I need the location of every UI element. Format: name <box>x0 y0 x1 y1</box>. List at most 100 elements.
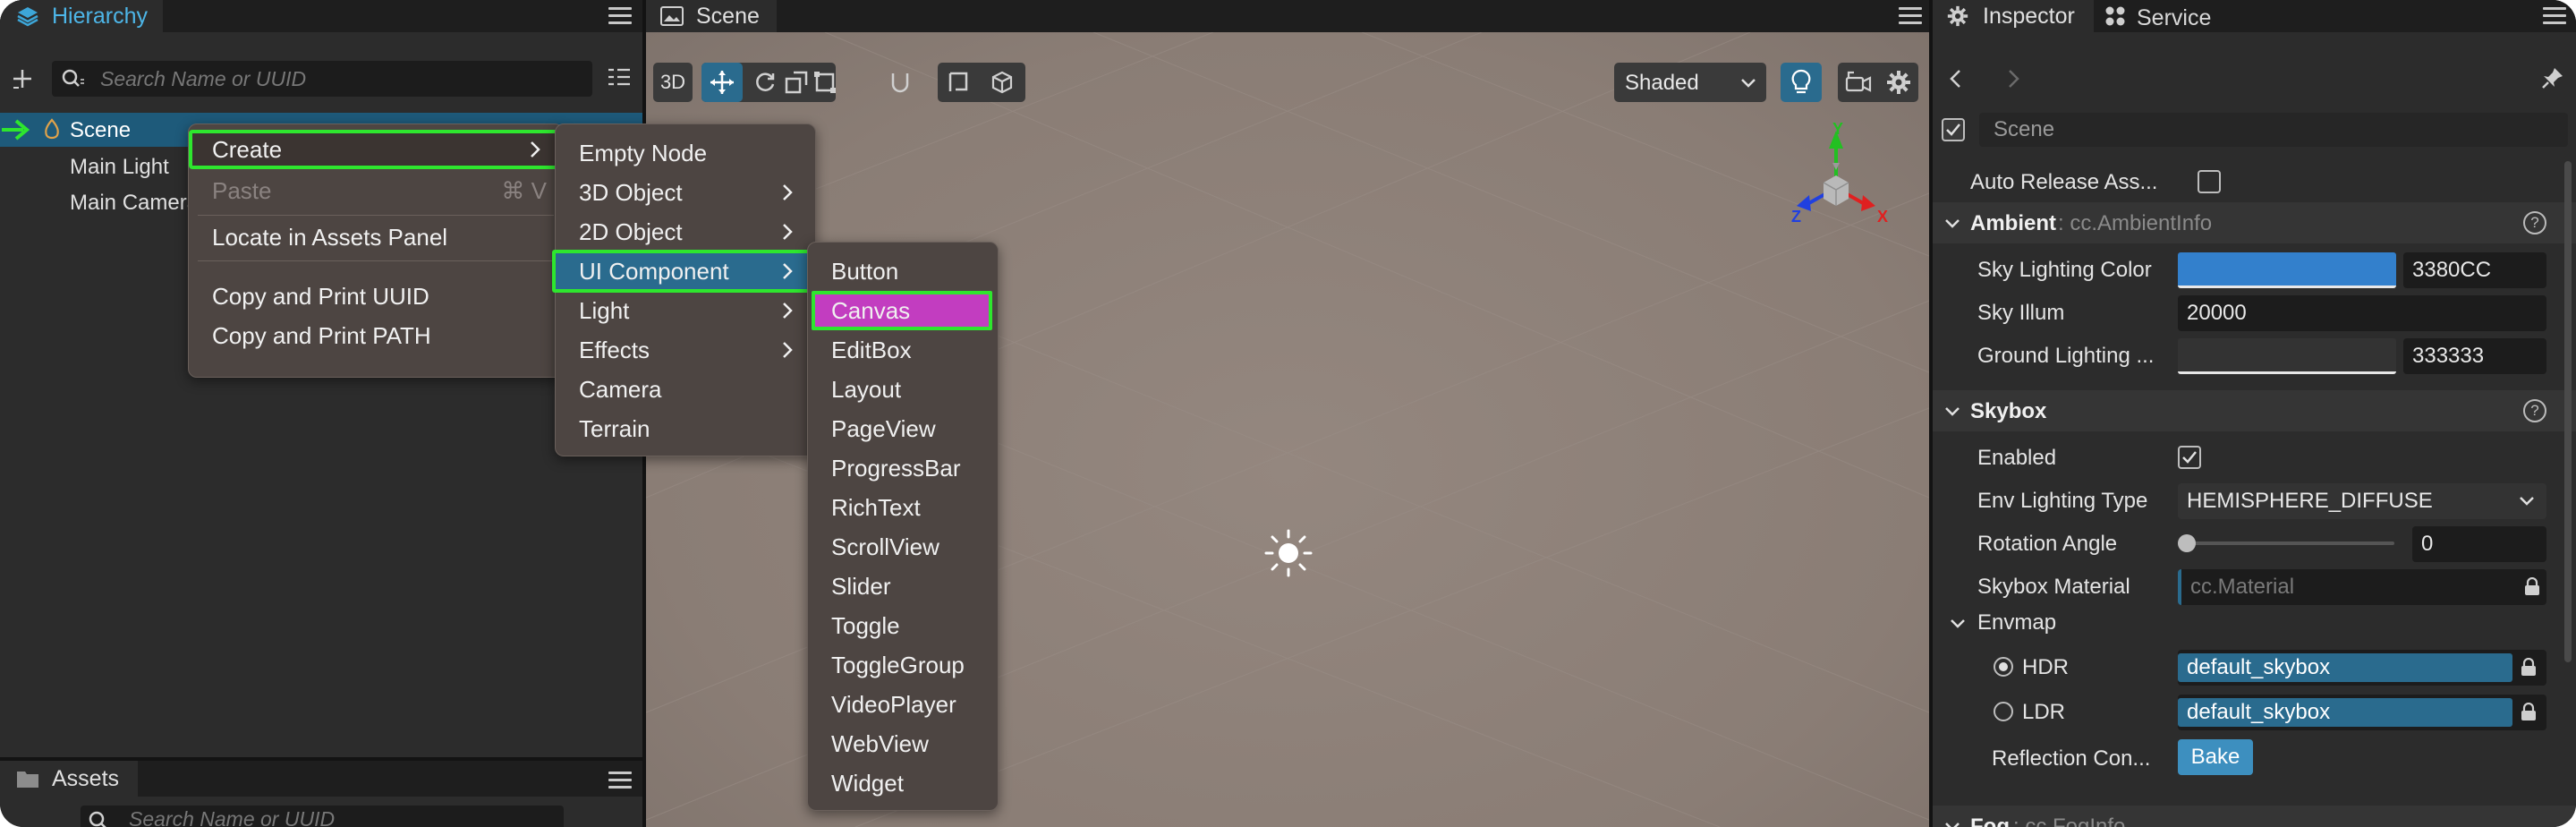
inspector-panel: Inspector Service Scene Auto Release Ass… <box>1933 0 2576 827</box>
inspector-scrollbar[interactable] <box>2564 161 2572 662</box>
hierarchy-panel: Hierarchy Search Name or UUID Scene Main… <box>0 0 642 757</box>
menu-item-locate-in-assets[interactable]: Locate in Assets Panel <box>189 217 563 257</box>
chevron-right-icon <box>783 184 793 200</box>
menu-item-label: Button <box>831 257 899 285</box>
ui-item-richtext[interactable]: RichText <box>808 488 998 527</box>
submenu-item-terrain[interactable]: Terrain <box>556 409 815 448</box>
sort-icon[interactable] <box>607 67 632 90</box>
node-active-checkbox[interactable] <box>1942 118 1965 141</box>
help-icon[interactable]: ? <box>2523 211 2546 234</box>
menu-item-copy-uuid[interactable]: Copy and Print UUID <box>189 277 563 316</box>
ui-item-canvas[interactable]: Canvas <box>812 291 992 330</box>
camera-icon[interactable] <box>1845 71 1872 94</box>
sun-light-icon[interactable] <box>1262 526 1315 580</box>
auto-release-label: Auto Release Ass... <box>1970 170 2158 194</box>
lock-icon[interactable] <box>2520 703 2538 722</box>
shading-select[interactable]: Shaded <box>1614 63 1766 102</box>
ui-item-widget[interactable]: Widget <box>808 763 998 803</box>
hdr-radio[interactable] <box>1994 657 2013 677</box>
ground-lighting-swatch[interactable] <box>2178 338 2396 374</box>
ambient-section-header[interactable]: Ambient : cc.AmbientInfo ? <box>1933 202 2576 243</box>
inspector-menu-icon[interactable] <box>2543 7 2566 25</box>
skybox-enabled-checkbox[interactable] <box>2178 446 2201 469</box>
rect-select-icon[interactable] <box>947 70 972 95</box>
rotate-icon[interactable] <box>753 71 777 94</box>
scale-icon[interactable] <box>785 71 808 94</box>
node-name-input[interactable]: Scene <box>1979 113 2568 147</box>
ui-item-scrollview[interactable]: ScrollView <box>808 527 998 567</box>
ui-item-pageview[interactable]: PageView <box>808 409 998 448</box>
ldr-radio[interactable] <box>1994 702 2013 721</box>
lock-icon[interactable] <box>2523 577 2541 597</box>
move-tool-button[interactable] <box>701 63 743 102</box>
shading-value: Shaded <box>1625 71 1699 95</box>
tab-hierarchy[interactable]: Hierarchy <box>0 0 163 32</box>
ldr-asset-value: default_skybox <box>2187 700 2331 724</box>
hdr-asset-field[interactable]: default_skybox <box>2178 650 2546 686</box>
scene-menu-icon[interactable] <box>1899 7 1922 25</box>
pin-icon[interactable] <box>2541 66 2564 90</box>
ui-item-progressbar[interactable]: ProgressBar <box>808 448 998 488</box>
menu-item-create[interactable]: Create <box>189 130 563 169</box>
slider-thumb[interactable] <box>2178 534 2196 552</box>
tab-inspector[interactable]: Inspector <box>1933 0 2094 32</box>
checkmark-icon <box>2182 451 2197 464</box>
magnet-icon[interactable] <box>888 70 913 95</box>
assets-menu-icon[interactable] <box>608 772 632 789</box>
sky-lighting-color-hex[interactable]: 3380CC <box>2403 252 2546 288</box>
sky-illum-input[interactable]: 20000 <box>2178 295 2546 331</box>
menu-item-copy-path[interactable]: Copy and Print PATH <box>189 316 563 355</box>
tab-service[interactable]: Service <box>2096 0 2230 32</box>
ldr-asset-field[interactable]: default_skybox <box>2178 695 2546 730</box>
submenu-item-2d-object[interactable]: 2D Object <box>556 212 815 252</box>
ui-item-togglegroup[interactable]: ToggleGroup <box>808 645 998 685</box>
submenu-item-camera[interactable]: Camera <box>556 370 815 409</box>
ui-item-button[interactable]: Button <box>808 252 998 291</box>
skybox-material-field[interactable]: cc.Material <box>2178 569 2546 605</box>
env-lighting-type-select[interactable]: HEMISPHERE_DIFFUSE <box>2178 483 2546 519</box>
ui-item-layout[interactable]: Layout <box>808 370 998 409</box>
back-arrow-icon[interactable] <box>1947 68 1965 90</box>
add-node-icon[interactable] <box>9 65 36 92</box>
submenu-item-empty-node[interactable]: Empty Node <box>556 133 815 173</box>
gear-icon[interactable] <box>1886 70 1911 95</box>
auto-release-checkbox[interactable] <box>2198 170 2221 193</box>
ui-item-toggle[interactable]: Toggle <box>808 606 998 645</box>
hdr-label: HDR <box>2022 655 2069 679</box>
tab-scene[interactable]: Scene <box>646 0 777 32</box>
hierarchy-search-placeholder: Search Name or UUID <box>100 66 307 90</box>
chevron-down-icon[interactable] <box>1949 618 1967 630</box>
sky-lighting-color-hex-value: 3380CC <box>2412 258 2492 282</box>
hierarchy-search-input[interactable]: Search Name or UUID <box>52 61 592 97</box>
skybox-section-header[interactable]: Skybox ? <box>1933 390 2576 431</box>
submenu-item-effects[interactable]: Effects <box>556 330 815 370</box>
forward-arrow-icon[interactable] <box>2004 68 2022 90</box>
sky-lighting-color-swatch[interactable] <box>2178 252 2396 288</box>
tab-assets[interactable]: Assets <box>0 761 138 797</box>
rect-tool-icon[interactable] <box>813 71 837 94</box>
ui-item-videoplayer[interactable]: VideoPlayer <box>808 685 998 724</box>
fog-section-header[interactable]: Fog : cc.FogInfo <box>1933 806 2576 827</box>
chevron-right-icon <box>783 263 793 279</box>
menu-item-label: ScrollView <box>831 533 939 560</box>
submenu-item-3d-object[interactable]: 3D Object <box>556 173 815 212</box>
light-toggle-button[interactable] <box>1781 63 1822 102</box>
lock-icon[interactable] <box>2520 658 2538 678</box>
mode-3d-button[interactable]: 3D <box>653 63 693 102</box>
help-icon[interactable]: ? <box>2523 399 2546 422</box>
submenu-item-ui-component[interactable]: UI Component <box>552 250 815 293</box>
bake-button[interactable]: Bake <box>2178 739 2253 775</box>
submenu-item-light[interactable]: Light <box>556 291 815 330</box>
ground-lighting-hex[interactable]: 333333 <box>2403 338 2546 374</box>
assets-search-input[interactable]: Search Name or UUID <box>81 806 564 827</box>
cube-view-icon[interactable] <box>990 70 1015 95</box>
ui-item-webview[interactable]: WebView <box>808 724 998 763</box>
ui-item-editbox[interactable]: EditBox <box>808 330 998 370</box>
menu-item-paste[interactable]: Paste ⌘ V <box>189 171 563 210</box>
hierarchy-menu-icon[interactable] <box>608 7 632 25</box>
rotation-angle-slider[interactable] <box>2178 532 2402 555</box>
ui-item-slider[interactable]: Slider <box>808 567 998 606</box>
paste-shortcut: ⌘ V <box>501 176 547 204</box>
menu-item-label: Camera <box>579 375 662 403</box>
rotation-angle-input[interactable]: 0 <box>2412 526 2546 562</box>
